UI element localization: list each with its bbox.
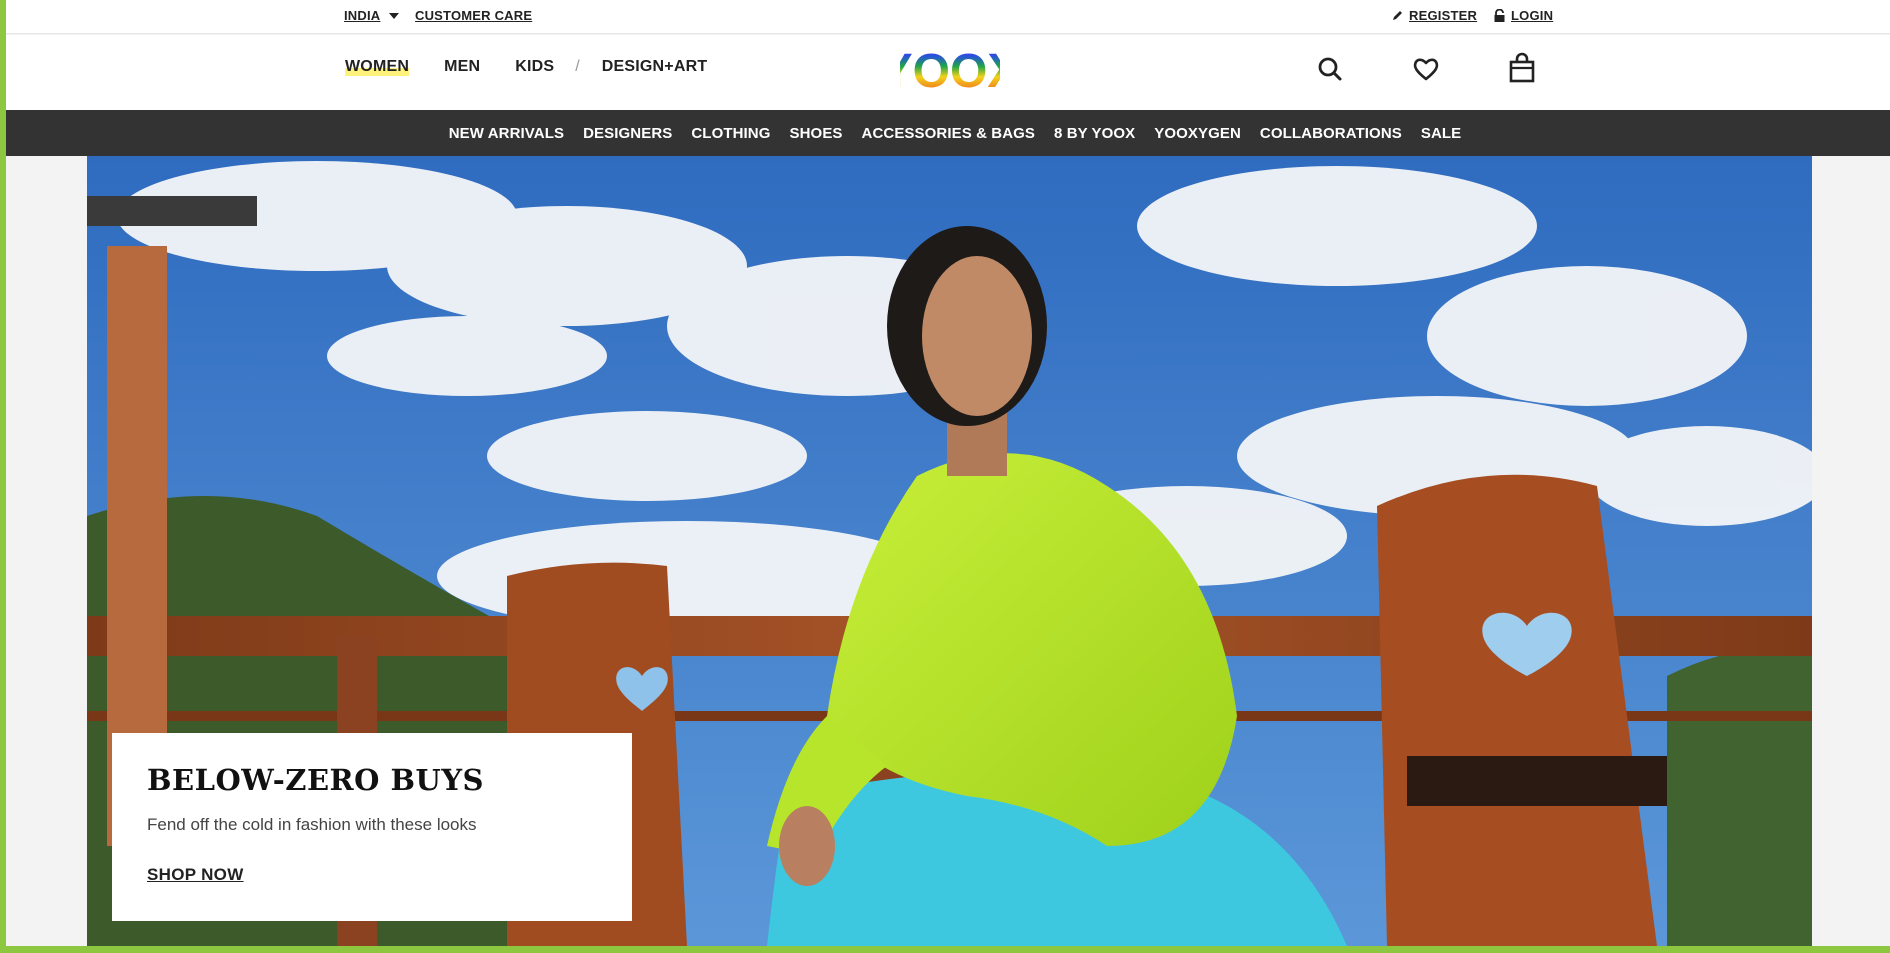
search-icon[interactable]: [1316, 55, 1344, 88]
hero-banner[interactable]: BELOW-ZERO BUYS Fend off the cold in fas…: [87, 156, 1812, 946]
promo-title: BELOW-ZERO BUYS: [147, 763, 484, 797]
yoox-logo[interactable]: YOOX: [881, 45, 1020, 98]
category-nav: NEW ARRIVALS DESIGNERS CLOTHING SHOES AC…: [6, 110, 1890, 156]
page: INDIA CUSTOMER CARE REGISTER LOGIN WOMEN…: [6, 0, 1890, 946]
country-label: INDIA: [344, 8, 381, 23]
nav-separator: /: [575, 58, 580, 75]
promo-subtitle: Fend off the cold in fashion with these …: [147, 815, 477, 834]
lock-icon: [1494, 8, 1505, 22]
cat-collaborations[interactable]: COLLABORATIONS: [1260, 125, 1402, 142]
cat-clothing[interactable]: CLOTHING: [691, 125, 770, 142]
main-header: WOMEN MEN KIDS / DESIGN+ART YOOX: [6, 35, 1890, 110]
register-link[interactable]: REGISTER: [1391, 8, 1477, 23]
cat-designers[interactable]: DESIGNERS: [583, 125, 672, 142]
nav-men[interactable]: MEN: [444, 58, 480, 76]
pencil-icon: [1393, 11, 1402, 20]
logo-text: YOOX: [900, 45, 1000, 93]
nav-kids[interactable]: KIDS: [515, 58, 554, 76]
login-link[interactable]: LOGIN: [1493, 8, 1553, 23]
cat-new-arrivals[interactable]: NEW ARRIVALS: [449, 125, 564, 142]
shop-now-link[interactable]: SHOP NOW: [147, 865, 244, 885]
utility-bar: INDIA CUSTOMER CARE REGISTER LOGIN: [6, 0, 1890, 34]
cat-yooxygen[interactable]: YOOXYGEN: [1154, 125, 1241, 142]
register-label: REGISTER: [1409, 8, 1478, 23]
login-label: LOGIN: [1511, 8, 1554, 23]
promo-card: BELOW-ZERO BUYS Fend off the cold in fas…: [112, 733, 632, 921]
nav-design-art[interactable]: DESIGN+ART: [602, 58, 708, 76]
shopping-bag-icon[interactable]: [1508, 52, 1536, 89]
country-selector[interactable]: INDIA: [344, 8, 400, 23]
customer-care-link[interactable]: CUSTOMER CARE: [415, 8, 532, 23]
nav-women[interactable]: WOMEN: [345, 58, 410, 76]
wishlist-heart-icon[interactable]: [1412, 55, 1440, 88]
cat-accessories-bags[interactable]: ACCESSORIES & BAGS: [862, 125, 1036, 142]
cat-shoes[interactable]: SHOES: [790, 125, 843, 142]
cat-sale[interactable]: SALE: [1421, 125, 1461, 142]
chevron-down-icon: [389, 12, 400, 19]
gender-nav: WOMEN MEN KIDS / DESIGN+ART: [345, 58, 742, 76]
cat-8-by-yoox[interactable]: 8 BY YOOX: [1054, 125, 1135, 142]
